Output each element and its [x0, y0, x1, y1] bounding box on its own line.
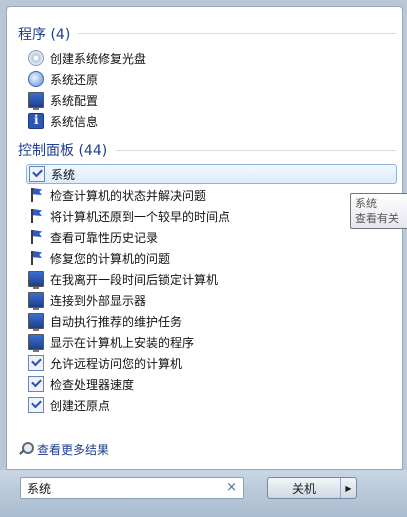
- see-more-label: 查看更多结果: [37, 442, 110, 457]
- control-panel-item-label: 允许远程访问您的计算机: [50, 356, 183, 371]
- control-panel-group-header[interactable]: 控制面板 (44): [18, 140, 107, 160]
- program-item-label: 系统还原: [50, 72, 99, 87]
- restore-clock-icon: [28, 71, 44, 87]
- item-tooltip: 系统 查看有关: [350, 193, 407, 229]
- control-panel-item-label: 系统: [51, 167, 76, 182]
- program-item-create-repair-disc[interactable]: 创建系统修复光盘: [28, 48, 399, 68]
- flag-icon: [28, 250, 44, 266]
- control-panel-item-label: 修复您的计算机的问题: [50, 251, 171, 266]
- program-item-system-info[interactable]: 系统信息: [28, 111, 399, 131]
- monitor-icon: [28, 292, 44, 310]
- system-check-icon: [28, 397, 44, 413]
- control-panel-item-fix-problems[interactable]: 修复您的计算机的问题: [28, 248, 399, 268]
- program-item-label: 系统信息: [50, 114, 99, 129]
- control-panel-item-remote-access[interactable]: 允许远程访问您的计算机: [28, 353, 399, 373]
- clear-search-icon[interactable]: ×: [226, 480, 237, 495]
- program-item-system-config[interactable]: 系统配置: [28, 90, 399, 110]
- control-panel-item-label: 检查处理器速度: [50, 377, 135, 392]
- system-check-icon: [28, 376, 44, 392]
- control-panel-item-create-restore-point[interactable]: 创建还原点: [28, 395, 399, 415]
- control-panel-item-label: 将计算机还原到一个较早的时间点: [50, 209, 231, 224]
- control-panel-item-system[interactable]: 系统: [26, 164, 397, 184]
- search-input[interactable]: 系统 ×: [20, 477, 244, 499]
- control-panel-item-label: 查看可靠性历史记录: [50, 230, 159, 245]
- control-panel-item-label: 自动执行推荐的维护任务: [50, 314, 183, 329]
- flag-icon: [28, 229, 44, 245]
- shutdown-options-arrow-icon[interactable]: ▶: [340, 478, 356, 498]
- control-panel-item-label: 连接到外部显示器: [50, 293, 147, 308]
- see-more-results-link[interactable]: 查看更多结果: [18, 440, 109, 458]
- control-panel-item-label: 显示在计算机上安装的程序: [50, 335, 195, 350]
- config-icon: [28, 92, 44, 110]
- control-panel-item-label: 检查计算机的状态并解决问题: [50, 188, 207, 203]
- monitor-icon: [28, 313, 44, 331]
- search-input-value: 系统: [27, 481, 52, 496]
- monitor-icon: [28, 271, 44, 289]
- monitor-icon: [28, 334, 44, 352]
- control-panel-item-processor-speed[interactable]: 检查处理器速度: [28, 374, 399, 394]
- search-magnifier-icon: [18, 442, 34, 456]
- tooltip-body: 查看有关: [355, 212, 399, 225]
- shutdown-label: 关机: [291, 481, 316, 496]
- control-panel-divider: [116, 150, 396, 151]
- program-item-system-restore[interactable]: 系统还原: [28, 69, 399, 89]
- flag-icon: [28, 208, 44, 224]
- control-panel-item-maintenance[interactable]: 自动执行推荐的维护任务: [28, 311, 399, 331]
- control-panel-item-check-status[interactable]: 检查计算机的状态并解决问题: [28, 185, 399, 205]
- control-panel-item-restore-earlier[interactable]: 将计算机还原到一个较早的时间点: [28, 206, 399, 226]
- control-panel-item-reliability-history[interactable]: 查看可靠性历史记录: [28, 227, 399, 247]
- tooltip-title: 系统: [355, 197, 377, 210]
- control-panel-item-label: 在我离开一段时间后锁定计算机: [50, 272, 219, 287]
- flag-icon: [28, 187, 44, 203]
- shutdown-button[interactable]: 关机 ▶: [267, 477, 357, 499]
- info-icon: [28, 113, 44, 129]
- program-item-label: 系统配置: [50, 93, 99, 108]
- control-panel-item-external-display[interactable]: 连接到外部显示器: [28, 290, 399, 310]
- system-check-icon: [29, 166, 45, 182]
- system-check-icon: [28, 355, 44, 371]
- programs-divider: [78, 33, 396, 34]
- control-panel-item-lock-computer[interactable]: 在我离开一段时间后锁定计算机: [28, 269, 399, 289]
- program-item-label: 创建系统修复光盘: [50, 51, 147, 66]
- control-panel-item-installed-programs[interactable]: 显示在计算机上安装的程序: [28, 332, 399, 352]
- control-panel-item-label: 创建还原点: [50, 398, 111, 413]
- programs-group-header[interactable]: 程序 (4): [18, 24, 70, 44]
- disc-icon: [28, 50, 44, 66]
